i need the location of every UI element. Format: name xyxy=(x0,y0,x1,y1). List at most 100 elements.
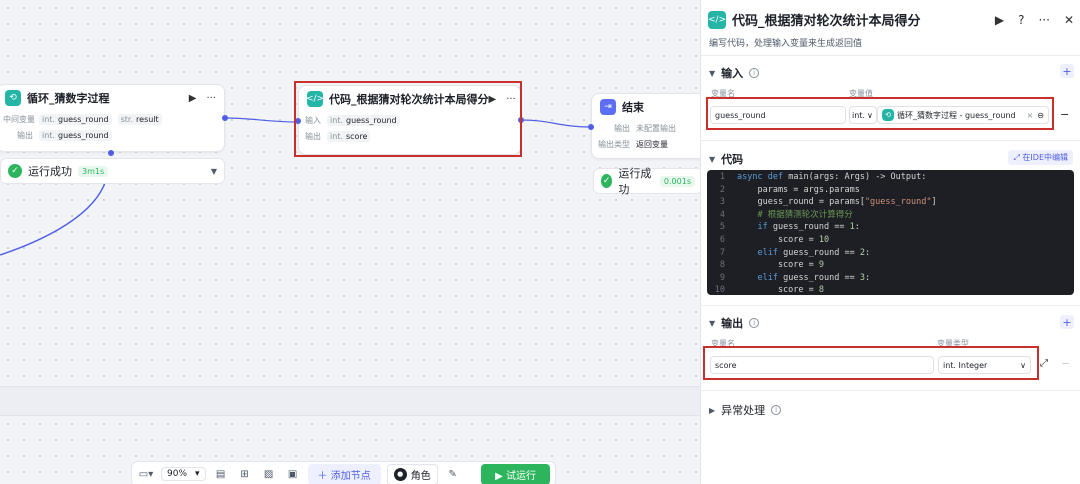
code-editor[interactable]: 1 async def main(args: Args) -> Output: 2 … xyxy=(707,170,1074,295)
status-text: 运行成功 xyxy=(618,167,652,196)
expand-icon[interactable]: ⤢ xyxy=(1040,358,1048,369)
line-number: 9 xyxy=(719,272,725,283)
code-text: # 根据猜测轮次计算得分 xyxy=(737,209,853,220)
code-line: 3 guess_round = params["guess_round"] xyxy=(707,196,1074,209)
edge-code-to-end[interactable] xyxy=(521,119,592,128)
more-icon[interactable]: ··· xyxy=(1038,13,1049,27)
remove-icon[interactable]: − xyxy=(1060,108,1069,121)
check-icon: ✓ xyxy=(8,164,22,178)
role-button[interactable]: ● 角色 xyxy=(386,463,438,484)
add-input-button[interactable]: + xyxy=(1060,64,1074,78)
edit-in-ide-button[interactable]: ⤢ 在IDE中编辑 xyxy=(1008,150,1073,165)
check-icon: ✓ xyxy=(601,174,613,188)
output-port[interactable] xyxy=(222,115,228,121)
line-number: 1 xyxy=(719,172,725,182)
line-number: 6 xyxy=(719,234,725,245)
layout-icon[interactable]: ⊞ xyxy=(236,465,254,483)
line-number: 2 xyxy=(719,184,725,195)
line-number: 8 xyxy=(719,260,725,271)
code-line: 4 # 根据猜测轮次计算得分 xyxy=(707,209,1074,222)
image-icon[interactable]: ▨ xyxy=(260,465,278,483)
loop-node[interactable]: ⟲ 循环_猜数字过程 ▶ ··· 中间变量 int. guess_round st… xyxy=(0,84,225,152)
node-title: 循环_猜数字过程 xyxy=(27,92,110,105)
loop-port[interactable] xyxy=(108,150,114,156)
close-icon[interactable]: ✕ xyxy=(1064,13,1074,27)
loop-icon: ⟲ xyxy=(5,90,21,106)
code-text: params = args.params xyxy=(737,184,860,195)
chevron-down-icon[interactable]: ▼ xyxy=(211,167,217,176)
var-tag: int. guess_round xyxy=(39,113,112,125)
duration-badge: 0.001s xyxy=(659,175,695,187)
row-label: 输出 xyxy=(614,123,630,133)
line-number: 5 xyxy=(719,222,725,233)
panel-title: 代码_根据猜对轮次统计本局得分 xyxy=(732,14,921,29)
code-line: 8 score = 9 xyxy=(707,259,1074,272)
exception-section: ▶ 异常处理 i xyxy=(701,390,1080,484)
line-number: 7 xyxy=(719,247,725,258)
duration-badge: 3m1s xyxy=(78,165,109,177)
code-line: 2 params = args.params xyxy=(707,184,1074,197)
panel-description: 编写代码，处理输入变量来生成返回值 xyxy=(709,39,863,49)
minimap-icon[interactable]: ▭▾ xyxy=(137,465,155,483)
zoom-value: 90% xyxy=(167,469,188,479)
code-icon: </> xyxy=(708,10,726,29)
status-text: 运行成功 xyxy=(28,165,72,178)
zoom-select[interactable]: 90% ▾ xyxy=(161,467,206,481)
code-line: 10 score = 8 xyxy=(707,284,1074,295)
code-line: 1 async def main(args: Args) -> Output: xyxy=(707,171,1074,184)
row-label: 输出类型 xyxy=(598,139,630,149)
chevron-down-icon[interactable]: ▼ xyxy=(709,69,715,78)
loop-status-bar[interactable]: ✓ 运行成功 3m1s ▼ xyxy=(0,158,225,184)
code-text: elif guess_round == 2: xyxy=(757,247,871,258)
help-icon[interactable]: ? xyxy=(1018,13,1024,27)
edge-loop-to-code[interactable] xyxy=(224,117,299,123)
line-number: 10 xyxy=(714,285,725,295)
code-text: elif guess_round == 3: xyxy=(757,272,871,283)
test-run-button[interactable]: ▶ 试运行 xyxy=(481,463,550,484)
end-status-bar[interactable]: ✓ 运行成功 0.001s xyxy=(593,167,703,196)
more-icon[interactable]: ··· xyxy=(206,93,216,104)
node-title: 结束 xyxy=(622,101,644,114)
row-value: 未配置输出 xyxy=(636,123,676,133)
wrench-icon[interactable]: ✎ xyxy=(444,465,462,483)
line-number: 4 xyxy=(719,209,725,220)
row-label: 输出 xyxy=(17,130,33,140)
code-text: async def main(args: Args) -> Output: xyxy=(737,172,927,182)
code-line: 9 elif guess_round == 3: xyxy=(707,272,1074,285)
comment-icon[interactable]: ▤ xyxy=(212,465,230,483)
avatar: ● xyxy=(393,467,407,481)
code-line: 6 score = 10 xyxy=(707,234,1074,247)
add-output-button[interactable]: + xyxy=(1060,315,1074,329)
remove-icon[interactable]: − xyxy=(1061,357,1070,370)
code-lines: 1 async def main(args: Args) -> Output: 2 … xyxy=(707,170,1074,295)
code-text: if guess_round == 1: xyxy=(757,222,860,233)
info-icon[interactable]: i xyxy=(749,68,760,78)
row-value: 返回变量 xyxy=(636,139,668,149)
section-title: 输出 xyxy=(721,317,744,330)
chevron-down-icon[interactable]: ▼ xyxy=(709,155,715,164)
input-port[interactable] xyxy=(588,124,594,130)
info-icon[interactable]: i xyxy=(749,318,760,328)
row-label: 中间变量 xyxy=(3,114,35,124)
exit-icon: ⇥ xyxy=(600,99,616,115)
section-title: 异常处理 xyxy=(721,404,766,417)
line-number: 3 xyxy=(719,197,725,208)
code-text: score = 8 xyxy=(737,285,825,295)
highlight-box xyxy=(294,81,522,157)
code-line: 5 if guess_round == 1: xyxy=(707,221,1074,234)
play-icon[interactable]: ▶ xyxy=(995,13,1004,27)
info-icon[interactable]: i xyxy=(771,405,782,415)
code-line: 7 elif guess_round == 2: xyxy=(707,247,1074,260)
canvas-toolbar: ▭▾ 90% ▾ ▤ ⊞ ▨ ▣ ＋ 添加节点 ● 角色 ✎ ▶ 试运行 xyxy=(131,461,556,484)
section-title: 输入 xyxy=(721,67,744,80)
end-node[interactable]: ⇥ 结束 输出 未配置输出 输出类型 返回变量 xyxy=(591,93,711,159)
chevron-right-icon[interactable]: ▶ xyxy=(709,406,715,415)
code-text: guess_round = params["guess_round"] xyxy=(737,197,937,208)
chevron-down-icon[interactable]: ▼ xyxy=(709,319,715,328)
code-text: score = 10 xyxy=(737,234,830,245)
play-icon[interactable]: ▶ xyxy=(189,93,197,104)
edge-loop-body[interactable] xyxy=(0,179,107,256)
code-text: score = 9 xyxy=(737,260,825,271)
add-node-button[interactable]: ＋ 添加节点 xyxy=(307,463,381,484)
note-icon[interactable]: ▣ xyxy=(284,465,302,483)
